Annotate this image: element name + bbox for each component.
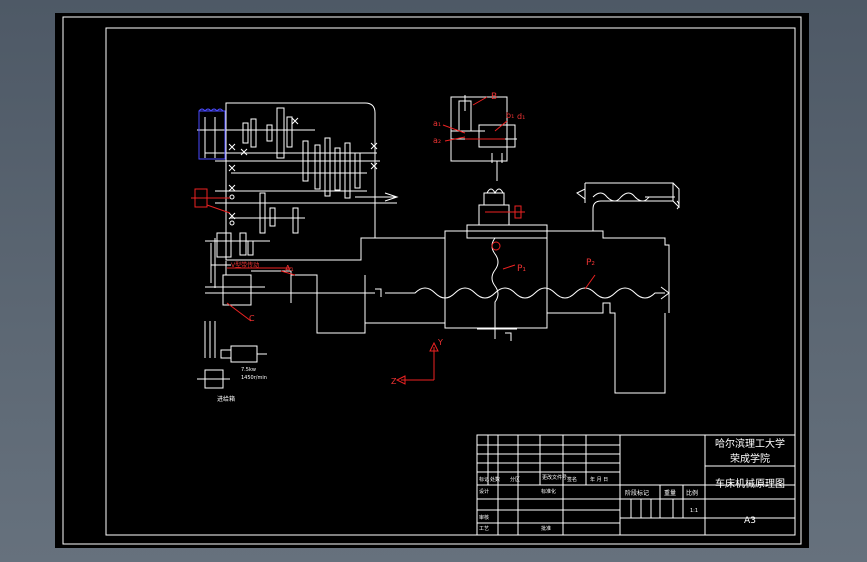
tb-standard: 标准化 bbox=[541, 488, 556, 495]
axis-triad bbox=[395, 341, 439, 385]
label-p1: P₁ bbox=[517, 264, 526, 274]
outer-frame bbox=[62, 16, 802, 545]
label-b1: b₁ bbox=[506, 111, 514, 120]
tb-mark: 标记 bbox=[479, 476, 489, 483]
tb-count: 处数 bbox=[490, 476, 500, 483]
tb-change-doc: 更改文件号 bbox=[542, 474, 567, 481]
label-b: B bbox=[491, 92, 497, 102]
label-a2: a₂ bbox=[433, 136, 441, 145]
detail-b bbox=[442, 95, 517, 181]
label-z: Z bbox=[391, 377, 397, 386]
tb-process: 工艺 bbox=[479, 526, 489, 532]
tb-design: 设计 bbox=[479, 488, 489, 495]
lathe-schematic: B a₁ a₂ b₁ d₁ A₁ P₁ P₂ C Y Z V型带传动 7.5kw… bbox=[62, 16, 802, 545]
label-a1-lower: A₁ bbox=[285, 264, 294, 273]
lead-screw bbox=[291, 286, 670, 300]
headstock bbox=[197, 102, 399, 261]
tb-approve: 批准 bbox=[541, 525, 551, 532]
brake-red bbox=[191, 188, 231, 214]
carriage bbox=[466, 188, 548, 341]
tb-scale: 1:1 bbox=[690, 508, 698, 514]
tb-school-line1: 哈尔滨理工大学 bbox=[715, 437, 785, 450]
tb-ratio: 比例 bbox=[686, 489, 698, 497]
label-motor-speed: 1450r/min bbox=[241, 375, 267, 381]
tb-paper-size: A3 bbox=[744, 516, 756, 526]
title-block: 哈尔滨理工大学 荣成学院 车床机械原理图 A3 1:1 标记 处数 分区 更改文… bbox=[476, 434, 796, 536]
tb-signature: 签名 bbox=[567, 476, 577, 483]
drawing-viewport[interactable]: B a₁ a₂ b₁ d₁ A₁ P₁ P₂ C Y Z V型带传动 7.5kw… bbox=[55, 13, 809, 548]
lathe-bed bbox=[291, 230, 670, 394]
label-y: Y bbox=[437, 338, 443, 347]
tb-drawing-name: 车床机械原理图 bbox=[715, 477, 785, 490]
tb-weight: 重量 bbox=[664, 489, 676, 497]
tb-check: 审核 bbox=[479, 514, 489, 521]
label-c: C bbox=[249, 314, 255, 323]
label-d1: d₁ bbox=[517, 112, 525, 121]
tailstock bbox=[576, 182, 680, 231]
clutch bbox=[198, 108, 226, 160]
label-a1: a₁ bbox=[433, 119, 441, 128]
label-motor-power: 7.5kw bbox=[241, 367, 256, 373]
tb-date: 年 月 日 bbox=[590, 476, 608, 483]
label-belt: V型带传动 bbox=[231, 261, 259, 269]
tb-zone: 分区 bbox=[510, 476, 520, 483]
label-p2: P₂ bbox=[586, 258, 595, 268]
tb-school-line2: 荣成学院 bbox=[730, 452, 770, 465]
label-gearbox: 进给箱 bbox=[217, 395, 235, 403]
tb-stage-mark: 阶段标记 bbox=[625, 489, 649, 497]
